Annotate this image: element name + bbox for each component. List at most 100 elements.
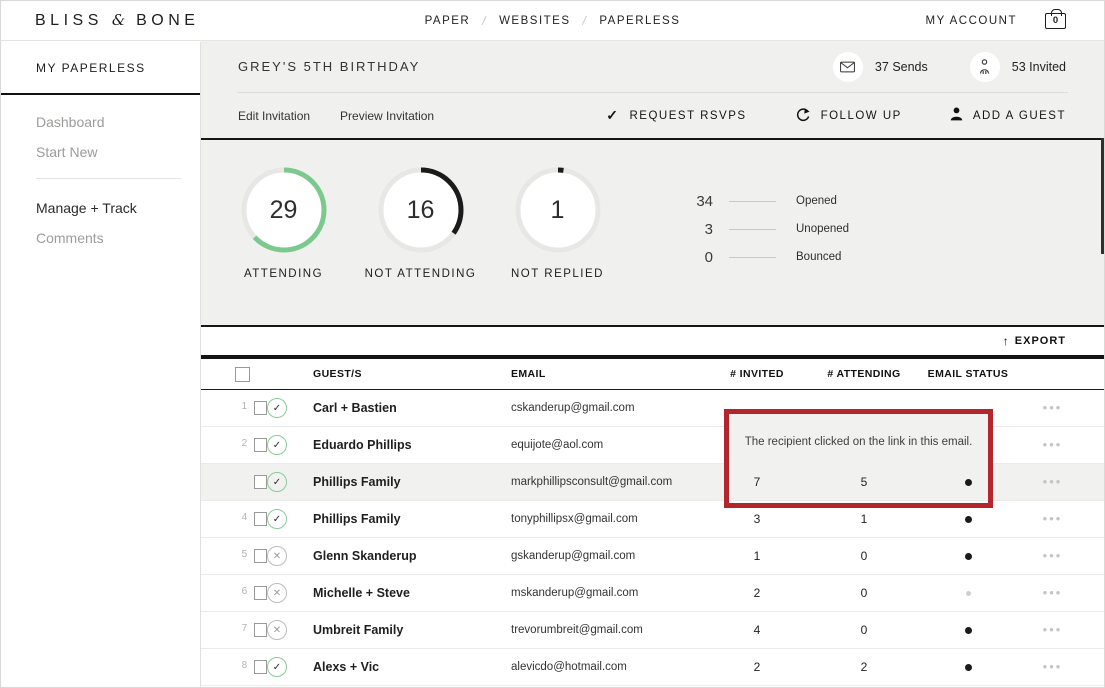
sidebar-item-manage-track[interactable]: Manage + Track bbox=[36, 199, 200, 216]
table-row[interactable]: 1 ✓ Carl + Bastien cskanderup@gmail.com … bbox=[201, 390, 1105, 427]
col-guests[interactable]: GUEST/S bbox=[297, 368, 481, 380]
donut-charts: 29ATTENDING16NOT ATTENDING1NOT REPLIED bbox=[215, 167, 626, 280]
legend-line bbox=[729, 201, 776, 202]
add-guest-button[interactable]: ADD A GUEST bbox=[950, 107, 1066, 124]
guest-name: Glenn Skanderup bbox=[297, 549, 481, 563]
donut-value: 29 bbox=[241, 167, 327, 253]
email-status-dot bbox=[965, 516, 972, 523]
donut-label: NOT ATTENDING bbox=[365, 268, 477, 280]
guest-email: tonyphillipsx@gmail.com bbox=[481, 513, 703, 525]
attending-count-cell: 1 bbox=[811, 512, 917, 526]
donut-label: NOT REPLIED bbox=[511, 268, 604, 280]
row-number: 5 bbox=[235, 549, 254, 563]
email-legend: 34Opened3Unopened0Bounced bbox=[663, 187, 849, 271]
cart-icon[interactable]: 0 bbox=[1045, 13, 1066, 29]
select-all-checkbox[interactable] bbox=[235, 367, 250, 382]
sidebar-item-comments[interactable]: Comments bbox=[36, 229, 200, 246]
sends-label: Sends bbox=[892, 60, 927, 74]
export-button[interactable]: ↑ EXPORT bbox=[1003, 334, 1066, 348]
row-checkbox[interactable] bbox=[254, 660, 267, 674]
invited-stat: 53 Invited bbox=[970, 52, 1066, 82]
envelope-icon bbox=[833, 52, 863, 82]
table-row[interactable]: ✓ Phillips Family markphillipsconsult@gm… bbox=[201, 464, 1105, 501]
legend-line bbox=[729, 257, 776, 258]
row-checkbox[interactable] bbox=[254, 401, 267, 415]
sends-stat: 37 Sends bbox=[833, 52, 928, 82]
row-menu-button[interactable]: ••• bbox=[1019, 399, 1086, 417]
attending-count-cell: 0 bbox=[811, 623, 917, 637]
row-menu-button[interactable]: ••• bbox=[1019, 473, 1086, 491]
legend-row-bounced: 0Bounced bbox=[663, 243, 849, 271]
row-menu-button[interactable]: ••• bbox=[1019, 510, 1086, 528]
table-row[interactable]: 2 ✓ Eduardo Phillips equijote@aol.com ••… bbox=[201, 427, 1105, 464]
row-number bbox=[235, 475, 254, 489]
col-attending[interactable]: # ATTENDING bbox=[811, 368, 917, 380]
row-checkbox[interactable] bbox=[254, 586, 267, 600]
donut-value: 1 bbox=[515, 167, 601, 253]
table-row[interactable]: 8 ✓ Alexs + Vic alevicdo@hotmail.com 2 2… bbox=[201, 649, 1105, 686]
redo-arrow-icon bbox=[795, 107, 811, 125]
col-email-status[interactable]: EMAIL STATUS bbox=[917, 368, 1019, 380]
sidebar: MY PAPERLESS DashboardStart NewManage + … bbox=[1, 42, 201, 687]
request-rsvps-button[interactable]: ✓ REQUEST RSVPS bbox=[606, 107, 746, 124]
row-menu-button[interactable]: ••• bbox=[1019, 658, 1086, 676]
add-person-icon bbox=[950, 107, 963, 124]
invited-label: Invited bbox=[1029, 60, 1066, 74]
sidebar-item-dashboard[interactable]: Dashboard bbox=[36, 113, 200, 130]
row-checkbox[interactable] bbox=[254, 549, 267, 563]
edit-invitation-link[interactable]: Edit Invitation bbox=[238, 109, 310, 123]
guest-name: Alexs + Vic bbox=[297, 660, 481, 674]
sidebar-item-start-new[interactable]: Start New bbox=[36, 143, 200, 160]
row-checkbox[interactable] bbox=[254, 438, 267, 452]
legend-value: 0 bbox=[663, 249, 713, 266]
event-header-panel: GREY'S 5TH BIRTHDAY 37 Sends 53 Invited bbox=[201, 41, 1105, 140]
email-status-dot bbox=[966, 591, 971, 596]
preview-invitation-link[interactable]: Preview Invitation bbox=[340, 109, 434, 123]
row-menu-button[interactable]: ••• bbox=[1019, 584, 1086, 602]
row-menu-button[interactable]: ••• bbox=[1019, 436, 1086, 454]
scrollbar-thumb[interactable] bbox=[1101, 138, 1104, 254]
row-checkbox[interactable] bbox=[254, 623, 267, 637]
row-checkbox[interactable] bbox=[254, 475, 267, 489]
nav-item-paperless[interactable]: PAPERLESS bbox=[599, 15, 680, 27]
guest-email: mskanderup@gmail.com bbox=[481, 587, 703, 599]
legend-label: Unopened bbox=[796, 223, 849, 235]
email-status-dot bbox=[965, 627, 972, 634]
table-row[interactable]: 5 ✕ Glenn Skanderup gskanderup@gmail.com… bbox=[201, 538, 1105, 575]
event-title: GREY'S 5TH BIRTHDAY bbox=[238, 59, 420, 74]
add-guest-label: ADD A GUEST bbox=[973, 110, 1066, 122]
request-rsvps-label: REQUEST RSVPS bbox=[630, 110, 747, 122]
table-row[interactable]: 7 ✕ Umbreit Family trevorumbreit@gmail.c… bbox=[201, 612, 1105, 649]
rsvp-stats-panel: 29ATTENDING16NOT ATTENDING1NOT REPLIED 3… bbox=[201, 140, 1105, 327]
row-checkbox[interactable] bbox=[254, 512, 267, 526]
table-row[interactable]: 4 ✓ Phillips Family tonyphillipsx@gmail.… bbox=[201, 501, 1105, 538]
page: BLISS & BONE PAPER/WEBSITES/PAPERLESS MY… bbox=[0, 0, 1105, 688]
invited-count-cell: 2 bbox=[703, 660, 811, 674]
row-number: 2 bbox=[235, 438, 254, 452]
invited-count-cell: 1 bbox=[703, 549, 811, 563]
invited-count-cell: 2 bbox=[703, 586, 811, 600]
guest-name: Phillips Family bbox=[297, 512, 481, 526]
nav-item-websites[interactable]: WEBSITES bbox=[499, 15, 570, 27]
legend-label: Opened bbox=[796, 195, 837, 207]
follow-up-button[interactable]: FOLLOW UP bbox=[795, 107, 902, 125]
legend-row-opened: 34Opened bbox=[663, 187, 849, 215]
rsvp-yes-icon: ✓ bbox=[267, 509, 287, 529]
invited-count-cell: 3 bbox=[703, 512, 811, 526]
rsvp-yes-icon: ✓ bbox=[267, 435, 287, 455]
row-menu-button[interactable]: ••• bbox=[1019, 547, 1086, 565]
row-number: 7 bbox=[235, 623, 254, 637]
table-row[interactable]: 6 ✕ Michelle + Steve mskanderup@gmail.co… bbox=[201, 575, 1105, 612]
brand-logo[interactable]: BLISS & BONE bbox=[35, 11, 199, 30]
cart-count: 0 bbox=[1053, 15, 1058, 26]
person-icon bbox=[970, 52, 1000, 82]
col-invited[interactable]: # INVITED bbox=[703, 368, 811, 380]
guest-name: Phillips Family bbox=[297, 475, 481, 489]
follow-up-label: FOLLOW UP bbox=[821, 110, 902, 122]
my-account-link[interactable]: MY ACCOUNT bbox=[926, 15, 1017, 27]
row-menu-button[interactable]: ••• bbox=[1019, 621, 1086, 639]
col-email[interactable]: EMAIL bbox=[481, 368, 703, 380]
donut-not-replied: 1 NOT REPLIED bbox=[489, 167, 626, 280]
nav-item-paper[interactable]: PAPER bbox=[425, 15, 471, 27]
action-bar: Edit Invitation Preview Invitation ✓ REQ… bbox=[201, 93, 1105, 138]
